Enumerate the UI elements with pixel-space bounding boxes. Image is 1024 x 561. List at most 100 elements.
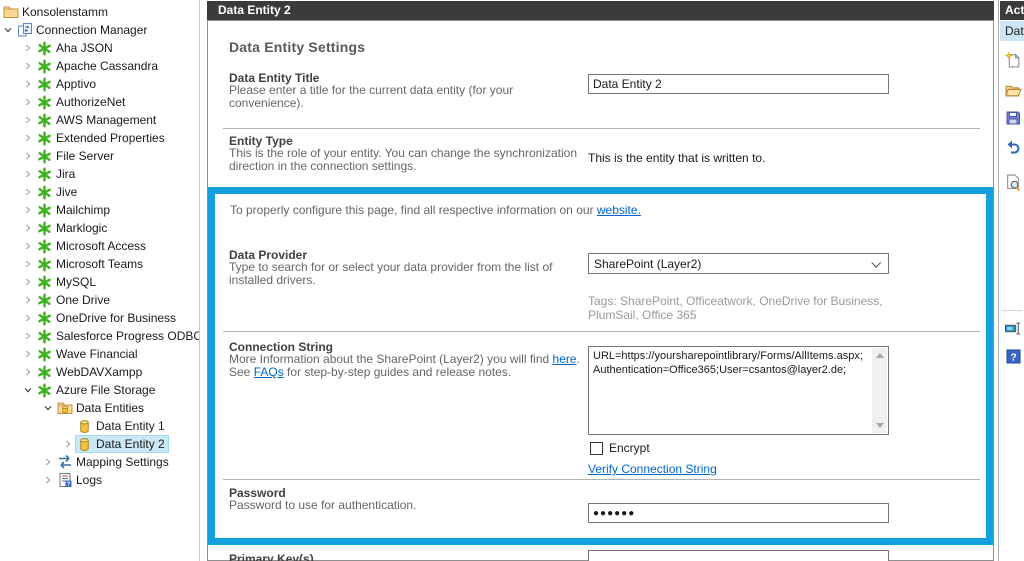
tree-item-konsolenstamm[interactable]: Konsolenstamm: [0, 3, 199, 21]
chevron-collapsed-icon[interactable]: [20, 40, 36, 56]
help-icon[interactable]: ?: [1003, 346, 1023, 366]
chevron-collapsed-icon[interactable]: [20, 310, 36, 326]
connector-icon: [36, 382, 53, 398]
chevron-collapsed-icon[interactable]: [20, 130, 36, 146]
tree-item-webdavxampp[interactable]: WebDAVXampp: [0, 363, 199, 381]
connector-icon: [36, 346, 53, 362]
tree-item-mailchimp[interactable]: Mailchimp: [0, 201, 199, 219]
tree-item-label: WebDAVXampp: [53, 364, 145, 380]
website-link[interactable]: website.: [597, 203, 641, 217]
data-entity-title-description: Please enter a title for the current dat…: [229, 84, 581, 110]
tree-item-azure-file-storage[interactable]: Azure File Storage: [0, 381, 199, 399]
verify-connection-string-link[interactable]: Verify Connection String: [588, 462, 717, 476]
chevron-collapsed-icon[interactable]: [60, 436, 76, 452]
data-entity-title-input[interactable]: [588, 74, 889, 94]
connector-icon: [36, 94, 53, 110]
chevron-spacer: [60, 418, 76, 434]
scroll-down-icon[interactable]: [872, 418, 887, 433]
tree-item-onedrive-for-business[interactable]: OneDrive for Business: [0, 309, 199, 327]
tree-item-extended-properties[interactable]: Extended Properties: [0, 129, 199, 147]
connector-icon: [36, 130, 53, 146]
chevron-expanded-icon[interactable]: [0, 22, 16, 38]
tree-item-one-drive[interactable]: One Drive: [0, 291, 199, 309]
tree-item-jive[interactable]: Jive: [0, 183, 199, 201]
undo-icon[interactable]: [1003, 137, 1023, 157]
chevron-collapsed-icon[interactable]: [20, 220, 36, 236]
tree-item-aha-json[interactable]: Aha JSON: [0, 39, 199, 57]
chevron-collapsed-icon[interactable]: [20, 364, 36, 380]
chevron-collapsed-icon[interactable]: [20, 328, 36, 344]
save-icon[interactable]: [1003, 108, 1023, 128]
here-link[interactable]: here: [553, 352, 577, 366]
connector-icon: [36, 166, 53, 182]
tree-item-data-entities[interactable]: Data Entities: [0, 399, 199, 417]
tree-item-marklogic[interactable]: Marklogic: [0, 219, 199, 237]
chevron-collapsed-icon[interactable]: [20, 58, 36, 74]
connector-icon: [36, 292, 53, 308]
rename-icon[interactable]: [1003, 318, 1023, 338]
chevron-collapsed-icon[interactable]: [20, 76, 36, 92]
section-divider: [223, 479, 980, 480]
chevron-collapsed-icon[interactable]: [20, 148, 36, 164]
tree-item-authorizenet[interactable]: AuthorizeNet: [0, 93, 199, 111]
encrypt-label: Encrypt: [609, 441, 650, 455]
open-folder-icon[interactable]: [1003, 80, 1023, 100]
encrypt-checkbox[interactable]: [590, 442, 603, 455]
tree-item-file-server[interactable]: File Server: [0, 147, 199, 165]
tree-item-label: Apptivo: [53, 76, 99, 92]
chevron-collapsed-icon[interactable]: [20, 292, 36, 308]
chevron-collapsed-icon[interactable]: [20, 94, 36, 110]
tree-item-label: Salesforce Progress ODBC: [53, 328, 199, 344]
connection-string-input[interactable]: URL=https://yoursharepointlibrary/Forms/…: [588, 346, 889, 435]
console-tree[interactable]: KonsolenstammConnection ManagerAha JSONA…: [0, 0, 199, 561]
primary-keys-input[interactable]: [588, 550, 889, 561]
data-entity-icon: [76, 436, 93, 452]
chevron-collapsed-icon[interactable]: [40, 472, 56, 488]
entity-type-value: This is the entity that is written to.: [588, 151, 765, 165]
chevron-collapsed-icon[interactable]: [20, 346, 36, 362]
chevron-collapsed-icon[interactable]: [40, 454, 56, 470]
chevron-collapsed-icon[interactable]: [20, 112, 36, 128]
svg-text:?: ?: [66, 482, 70, 488]
tree-item-data-entity-2[interactable]: Data Entity 2: [0, 435, 199, 453]
chevron-collapsed-icon[interactable]: [20, 202, 36, 218]
chevron-collapsed-icon[interactable]: [20, 166, 36, 182]
chevron-expanded-icon[interactable]: [20, 382, 36, 398]
tree-item-jira[interactable]: Jira: [0, 165, 199, 183]
tree-item-label: Jive: [53, 184, 80, 200]
tree-item-microsoft-teams[interactable]: Microsoft Teams: [0, 255, 199, 273]
tree-item-logs[interactable]: ?Logs: [0, 471, 199, 489]
tree-item-apache-cassandra[interactable]: Apache Cassandra: [0, 57, 199, 75]
tree-item-label: Microsoft Teams: [53, 256, 146, 272]
tree-item-microsoft-access[interactable]: Microsoft Access: [0, 237, 199, 255]
password-input[interactable]: [588, 503, 889, 523]
data-provider-select[interactable]: SharePoint (Layer2): [588, 253, 889, 274]
chevron-collapsed-icon[interactable]: [20, 238, 36, 254]
tree-item-mysql[interactable]: MySQL: [0, 273, 199, 291]
chevron-collapsed-icon[interactable]: [20, 274, 36, 290]
tree-item-data-entity-1[interactable]: Data Entity 1: [0, 417, 199, 435]
tree-item-label: Data Entity 2: [93, 436, 168, 452]
tree-item-salesforce-progress-odbc[interactable]: Salesforce Progress ODBC: [0, 327, 199, 345]
tree-item-mapping-settings[interactable]: Mapping Settings: [0, 453, 199, 471]
textarea-scrollbar[interactable]: [872, 348, 887, 433]
connector-icon: [36, 310, 53, 326]
tree-item-apptivo[interactable]: Apptivo: [0, 75, 199, 93]
tree-item-connection-manager[interactable]: Connection Manager: [0, 21, 199, 39]
section-divider: [223, 128, 980, 129]
scroll-up-icon[interactable]: [872, 348, 887, 363]
tree-main-splitter[interactable]: [199, 0, 200, 561]
connector-icon: [36, 364, 53, 380]
new-icon[interactable]: [1003, 50, 1023, 70]
tree-item-label: Data Entities: [73, 400, 147, 416]
mapping-icon: [56, 454, 73, 470]
tree-item-label: Marklogic: [53, 220, 110, 236]
tree-item-wave-financial[interactable]: Wave Financial: [0, 345, 199, 363]
preview-icon[interactable]: [1003, 172, 1023, 192]
main-actions-splitter[interactable]: [998, 0, 999, 561]
tree-item-aws-management[interactable]: AWS Management: [0, 111, 199, 129]
faqs-link[interactable]: FAQs: [254, 365, 284, 379]
chevron-collapsed-icon[interactable]: [20, 184, 36, 200]
chevron-collapsed-icon[interactable]: [20, 256, 36, 272]
chevron-expanded-icon[interactable]: [40, 400, 56, 416]
